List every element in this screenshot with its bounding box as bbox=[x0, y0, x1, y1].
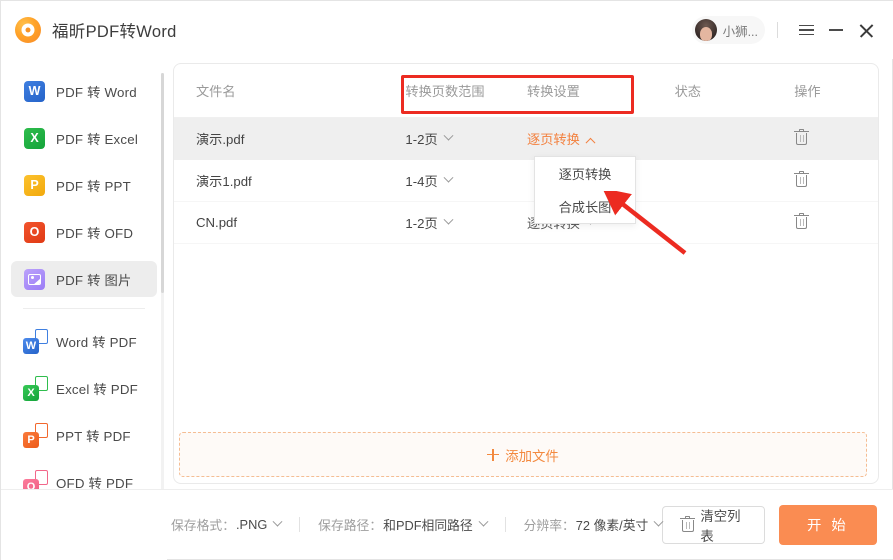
header-action: 操作 bbox=[794, 84, 821, 99]
avatar bbox=[694, 19, 717, 41]
row-filename: 演示.pdf bbox=[196, 132, 245, 147]
table-header: 文件名 转换页数范围 转换设置 状态 操作 bbox=[174, 64, 878, 118]
start-button[interactable]: 开 始 bbox=[778, 504, 877, 545]
table-row[interactable]: 演示.pdf 1-2页 逐页转换 bbox=[174, 118, 878, 160]
excel-icon: X bbox=[24, 127, 45, 149]
sidebar-item-ppt-to-pdf[interactable]: P PPT 转 PDF bbox=[11, 417, 157, 453]
sidebar-item-label: PPT 转 PDF bbox=[56, 428, 131, 444]
row-page-range-select[interactable]: 1-2页 bbox=[405, 129, 527, 148]
row-convert-setting-select[interactable]: 逐页转换 bbox=[527, 129, 675, 148]
image-icon bbox=[24, 268, 45, 290]
bottom-toolbar: 保存格式： .PNG 保存路径： 和PDF相同路径 分辨率： 72 像素/英寸 … bbox=[1, 489, 893, 559]
add-file-button[interactable]: 添加文件 bbox=[179, 432, 867, 477]
sidebar-item-label: Word 转 PDF bbox=[56, 334, 137, 350]
ppt-doc-icon: P bbox=[23, 422, 48, 448]
save-format-select[interactable]: 保存格式： .PNG bbox=[171, 515, 283, 534]
sidebar-item-label: PDF 转 OFD bbox=[56, 225, 134, 241]
sidebar-divider bbox=[23, 308, 145, 309]
row-delete-button[interactable] bbox=[794, 212, 878, 233]
word-icon: W bbox=[24, 80, 45, 102]
resolution-label: 分辨率： bbox=[523, 518, 575, 533]
row-filename: 演示1.pdf bbox=[196, 174, 252, 189]
clear-list-label: 清空列表 bbox=[700, 508, 741, 544]
sidebar-item-pdf-to-excel[interactable]: X PDF 转 Excel bbox=[11, 120, 157, 156]
resolution-select[interactable]: 分辨率： 72 像素/英寸 bbox=[523, 515, 664, 534]
header-status: 状态 bbox=[674, 84, 701, 99]
trash-icon bbox=[794, 128, 810, 146]
trash-icon bbox=[794, 212, 810, 230]
title-bar-divider bbox=[777, 22, 778, 38]
sidebar-item-label: Excel 转 PDF bbox=[56, 381, 138, 397]
excel-doc-icon: X bbox=[23, 375, 48, 401]
chevron-down-icon bbox=[443, 214, 454, 225]
header-filename: 文件名 bbox=[196, 84, 236, 99]
trash-icon bbox=[794, 170, 810, 188]
minimize-icon[interactable] bbox=[821, 15, 851, 45]
ofd-icon: O bbox=[24, 221, 45, 243]
row-page-range-value: 1-4页 bbox=[405, 174, 438, 189]
sidebar-item-label: PDF 转 图片 bbox=[56, 272, 132, 288]
row-page-range-select[interactable]: 1-2页 bbox=[405, 213, 527, 232]
chevron-down-icon bbox=[478, 516, 489, 527]
sidebar-item-label: PDF 转 Excel bbox=[56, 131, 138, 147]
table-row[interactable]: 演示1.pdf 1-4页 逐页转换 bbox=[174, 160, 878, 202]
table-row[interactable]: CN.pdf 1-2页 逐页转换 bbox=[174, 202, 878, 244]
row-filename: CN.pdf bbox=[196, 215, 238, 230]
hamburger-menu-icon[interactable] bbox=[791, 15, 821, 45]
app-window: 福昕PDF转Word 小狮... W PDF 转 Word X PDF 转 Ex… bbox=[0, 0, 893, 560]
chevron-down-icon bbox=[272, 516, 283, 527]
row-page-range-select[interactable]: 1-4页 bbox=[405, 171, 527, 190]
dropdown-option-merge-long-image[interactable]: 合成长图 bbox=[535, 190, 635, 223]
close-icon[interactable] bbox=[851, 15, 881, 45]
convert-setting-dropdown: 逐页转换 合成长图 bbox=[534, 156, 636, 224]
app-logo-wrap: 福昕PDF转Word bbox=[15, 17, 177, 43]
sidebar-scrollbar-thumb[interactable] bbox=[161, 73, 164, 293]
toolbar-divider bbox=[299, 517, 301, 532]
resolution-value: 72 像素/英寸 bbox=[575, 518, 649, 533]
sidebar: W PDF 转 Word X PDF 转 Excel P PDF 转 PPT O… bbox=[1, 59, 167, 560]
plus-icon bbox=[487, 448, 500, 461]
save-path-select[interactable]: 保存路径： 和PDF相同路径 bbox=[318, 515, 489, 534]
save-format-label: 保存格式： bbox=[171, 518, 235, 533]
word-doc-icon: W bbox=[23, 328, 48, 354]
row-delete-button[interactable] bbox=[794, 128, 878, 149]
sidebar-item-word-to-pdf[interactable]: W Word 转 PDF bbox=[11, 323, 157, 359]
toolbar-divider bbox=[504, 517, 506, 532]
sidebar-item-label: PDF 转 Word bbox=[56, 84, 137, 100]
header-convert-setting: 转换设置 bbox=[527, 84, 580, 99]
row-convert-setting-value: 逐页转换 bbox=[527, 132, 580, 147]
row-page-range-value: 1-2页 bbox=[405, 132, 438, 147]
sidebar-item-pdf-to-ofd[interactable]: O PDF 转 OFD bbox=[11, 214, 157, 250]
save-path-value: 和PDF相同路径 bbox=[383, 518, 473, 533]
sidebar-item-pdf-to-ppt[interactable]: P PDF 转 PPT bbox=[11, 167, 157, 203]
title-bar-controls: 小狮... bbox=[691, 1, 893, 59]
sidebar-item-excel-to-pdf[interactable]: X Excel 转 PDF bbox=[11, 370, 157, 406]
app-title: 福昕PDF转Word bbox=[52, 23, 177, 41]
foxit-logo-icon bbox=[15, 17, 41, 43]
sidebar-item-pdf-to-image[interactable]: PDF 转 图片 bbox=[11, 261, 157, 297]
dropdown-option-page-by-page[interactable]: 逐页转换 bbox=[535, 157, 635, 190]
chevron-down-icon bbox=[443, 130, 454, 141]
save-path-label: 保存路径： bbox=[318, 518, 383, 533]
save-format-value: .PNG bbox=[235, 517, 268, 532]
ppt-icon: P bbox=[24, 174, 45, 196]
header-page-range: 转换页数范围 bbox=[405, 84, 485, 99]
title-bar: 福昕PDF转Word 小狮... bbox=[1, 1, 893, 59]
chevron-down-icon bbox=[443, 172, 454, 183]
trash-icon bbox=[680, 516, 696, 533]
user-account-chip[interactable]: 小狮... bbox=[691, 16, 765, 44]
sidebar-item-label: PDF 转 PPT bbox=[56, 178, 131, 194]
file-list-card: 文件名 转换页数范围 转换设置 状态 操作 演示.pdf 1-2页 逐页转换 演… bbox=[173, 63, 879, 484]
row-page-range-value: 1-2页 bbox=[405, 216, 438, 231]
sidebar-item-pdf-to-word[interactable]: W PDF 转 Word bbox=[11, 73, 157, 109]
chevron-up-icon bbox=[585, 137, 596, 148]
user-name-label: 小狮... bbox=[722, 24, 758, 39]
row-delete-button[interactable] bbox=[794, 170, 878, 191]
add-file-label: 添加文件 bbox=[505, 448, 559, 464]
clear-list-button[interactable]: 清空列表 bbox=[662, 505, 765, 544]
